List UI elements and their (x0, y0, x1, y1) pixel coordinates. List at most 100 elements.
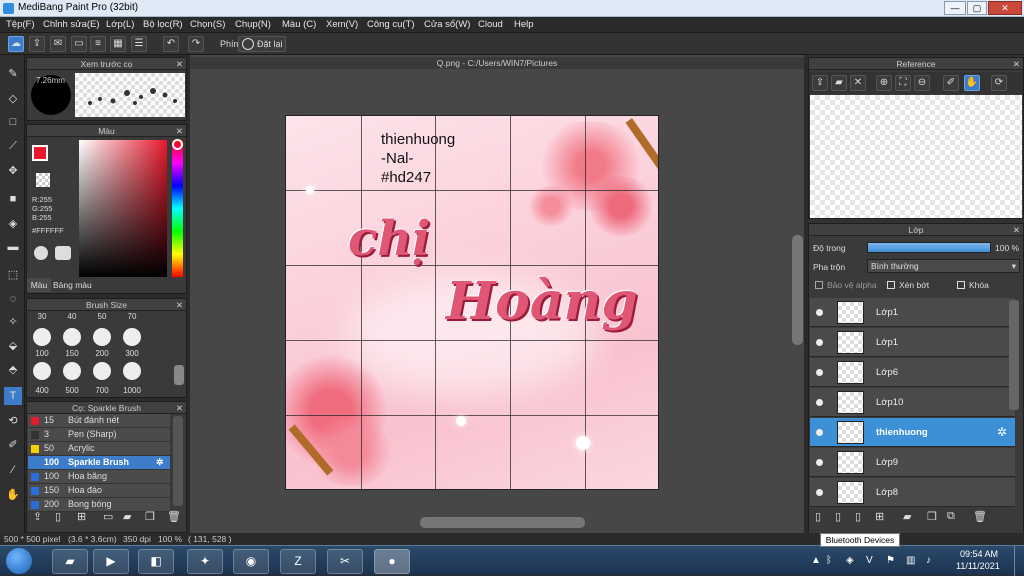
zoom-out-icon[interactable]: ⊖ (914, 75, 930, 91)
palette-add-icon[interactable] (55, 246, 71, 260)
size-option[interactable] (93, 362, 111, 380)
select-rect-icon[interactable]: ⬚ (4, 266, 22, 284)
folder-icon[interactable]: ▰ (831, 75, 847, 91)
duplicate-icon[interactable]: ❐ (145, 510, 155, 523)
fill-rect-icon[interactable]: ■ (4, 190, 22, 208)
merge-icon[interactable]: ⧉ (947, 510, 955, 523)
dropper-tool-icon[interactable]: ✐ (4, 436, 22, 454)
pdf-icon[interactable]: ✦ (187, 549, 223, 574)
menu-color[interactable]: Màu (C) (282, 19, 316, 30)
size-option[interactable] (93, 328, 111, 346)
reference-view[interactable] (810, 95, 1022, 218)
layer-item[interactable]: Lớp1 (810, 328, 1015, 357)
video-icon[interactable]: ◧ (138, 549, 174, 574)
clipping-checkbox[interactable] (887, 281, 895, 289)
document-tab[interactable]: Q.png - C:/Users/WIN7/Pictures (190, 57, 804, 69)
visibility-icon[interactable] (816, 429, 823, 436)
visibility-icon[interactable] (816, 369, 823, 376)
visibility-icon[interactable] (816, 489, 823, 496)
add-layer-menu-icon[interactable]: ⊞ (875, 510, 884, 523)
close-icon[interactable]: ✕ (1013, 224, 1020, 236)
open-icon[interactable]: ⇪ (812, 75, 828, 91)
menu-select[interactable]: Chọn(S) (190, 19, 225, 30)
new-layer-icon[interactable]: ▯ (815, 510, 821, 523)
brush-list-item[interactable]: 50 Acrylic (28, 442, 170, 456)
line-tool-icon[interactable]: ⟋ (4, 137, 22, 155)
new-brush-icon[interactable]: ▯ (55, 510, 61, 523)
scrollbar[interactable] (174, 365, 184, 385)
lock-checkbox[interactable] (957, 281, 965, 289)
start-button[interactable] (6, 548, 32, 574)
saturation-value-picker[interactable] (79, 140, 167, 277)
eraser-tool-icon[interactable]: ◇ (4, 90, 22, 108)
antivirus-icon[interactable]: V (866, 555, 873, 566)
rotate-icon[interactable]: ⟳ (991, 75, 1007, 91)
tray-app-icon[interactable]: ◈ (846, 555, 854, 566)
cloud-icon[interactable]: ☁ (8, 36, 24, 52)
background-color-swatch[interactable] (36, 173, 50, 187)
hue-handle[interactable] (172, 139, 183, 150)
close-icon[interactable]: ✕ (850, 75, 866, 91)
folder-icon[interactable]: ▰ (903, 510, 911, 523)
trash-icon[interactable]: 🗑 (973, 510, 987, 523)
medibang-icon[interactable]: ● (374, 549, 410, 574)
media-player-icon[interactable]: ▶ (93, 549, 129, 574)
maximize-button[interactable]: ▢ (967, 1, 987, 15)
reset-button[interactable]: Đặt lại (238, 36, 286, 52)
brush-list-item[interactable]: 3 Pen (Sharp) (28, 428, 170, 442)
menu-layer[interactable]: Lớp(L) (106, 19, 134, 30)
new-layer-1bit-icon[interactable]: ▯ (855, 510, 861, 523)
palette-icon[interactable] (34, 246, 48, 260)
new-layer-8bit-icon[interactable]: ▯ (835, 510, 841, 523)
tool-app-icon[interactable]: ✂ (327, 549, 363, 574)
visibility-icon[interactable] (816, 339, 823, 346)
chrome-icon[interactable]: ◉ (233, 549, 269, 574)
list-icon[interactable]: ☰ (131, 36, 147, 52)
brush-list-item[interactable]: 100 Hoa băng (28, 470, 170, 484)
layer-item[interactable]: Lớp9 (810, 448, 1015, 477)
tab-color[interactable]: Màu (27, 278, 51, 292)
bluetooth-icon[interactable]: ᛒ (826, 555, 832, 566)
horizontal-scrollbar[interactable] (420, 517, 585, 528)
brush-list-item[interactable]: 150 Hoa đào (28, 484, 170, 498)
layer-item[interactable]: Lớp6 (810, 358, 1015, 387)
text-tool-icon[interactable]: T (4, 387, 22, 405)
brush-list-scrollbar[interactable] (173, 416, 183, 506)
eyedropper-icon[interactable]: ✐ (943, 75, 959, 91)
size-option[interactable] (33, 328, 51, 346)
close-icon[interactable]: ✕ (176, 58, 183, 70)
menu-view[interactable]: Xem(V) (326, 19, 358, 30)
brush-list-item[interactable]: 15 Bút đánh nét (28, 414, 170, 428)
trash-icon[interactable]: 🗑 (167, 510, 181, 523)
layer-item[interactable]: Lớp8 (810, 478, 1015, 507)
menu-cloud[interactable]: Cloud (478, 19, 503, 30)
close-icon[interactable]: ✕ (1013, 58, 1020, 70)
protect-alpha-checkbox[interactable] (815, 281, 823, 289)
select-pen-icon[interactable]: ⬙ (4, 337, 22, 355)
size-option[interactable] (123, 328, 141, 346)
close-button[interactable]: ✕ (988, 1, 1022, 15)
vertical-scrollbar[interactable] (792, 235, 803, 345)
hand-icon[interactable]: ✋ (964, 75, 980, 91)
clock-date[interactable]: 11/11/2021 (956, 561, 1000, 571)
tray-arrow-icon[interactable]: ▲ (811, 555, 821, 566)
layer-item[interactable]: Lớp10 (810, 388, 1015, 417)
menu-tools[interactable]: Công cụ(T) (367, 19, 415, 30)
explorer-icon[interactable]: ▰ (52, 549, 88, 574)
menu-file[interactable]: Tệp(F) (6, 19, 35, 30)
size-option[interactable] (63, 362, 81, 380)
menu-window[interactable]: Cửa sổ(W) (424, 19, 470, 30)
size-option[interactable] (33, 362, 51, 380)
duplicate-icon[interactable]: ❐ (927, 510, 937, 523)
page-icon[interactable]: ▭ (71, 36, 87, 52)
size-option[interactable] (63, 328, 81, 346)
tab-palette[interactable]: Bảng màu (53, 278, 93, 292)
select-eraser-icon[interactable]: ⬘ (4, 361, 22, 379)
visibility-icon[interactable] (816, 309, 823, 316)
gradient-tool-icon[interactable]: ▬ (4, 238, 22, 256)
foreground-color-swatch[interactable] (32, 145, 48, 161)
minimize-button[interactable]: — (944, 1, 966, 15)
upload-icon[interactable]: ⇪ (33, 510, 42, 523)
magic-wand-icon[interactable]: ✧ (4, 313, 22, 331)
flag-icon[interactable]: ⚑ (886, 555, 895, 566)
